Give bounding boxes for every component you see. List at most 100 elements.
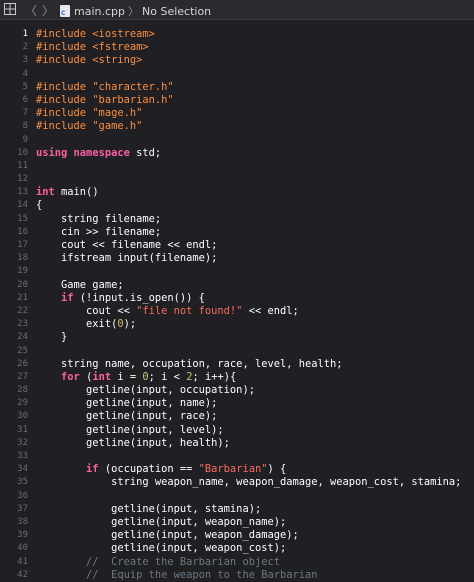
code-line[interactable]: string filename; — [36, 213, 472, 226]
code-line[interactable]: getline(input, health); — [36, 437, 472, 450]
breadcrumb-selection[interactable]: No Selection — [142, 5, 211, 18]
line-number: 16 — [17, 226, 28, 237]
line-number: 41 — [17, 556, 28, 567]
code-token: cout << — [36, 304, 137, 317]
code-line[interactable] — [36, 345, 472, 358]
code-line[interactable]: getline(input, name); — [36, 397, 472, 410]
line-number: 19 — [17, 266, 28, 277]
code-token: Game game; — [36, 278, 124, 291]
code-line[interactable] — [36, 173, 472, 186]
code-line[interactable] — [36, 160, 472, 173]
line-number: 25 — [17, 345, 28, 356]
code-line[interactable]: cout << filename << endl; — [36, 239, 472, 252]
grid-icon[interactable] — [4, 3, 16, 15]
code-token: getline(input, weapon_name); — [36, 515, 287, 528]
code-line[interactable] — [36, 265, 472, 278]
code-line[interactable]: string name, occupation, race, level, he… — [36, 358, 472, 371]
code-token: getline(input, weapon_damage); — [36, 529, 299, 542]
code-line[interactable]: getline(input, weapon_damage); — [36, 529, 472, 542]
code-line[interactable]: getline(input, occupation); — [36, 384, 472, 397]
code-token: getline(input, name); — [36, 397, 218, 410]
breadcrumb-file[interactable]: main.cpp — [74, 5, 125, 18]
code-line[interactable]: #include "game.h" — [36, 120, 472, 133]
code-line[interactable]: // Equip the weapon to the Barbarian — [36, 569, 472, 582]
code-token: getline(input, level); — [36, 423, 224, 436]
code-line[interactable] — [36, 490, 472, 503]
code-token: #include "mage.h" — [36, 107, 143, 120]
code-editor[interactable]: 1 2 3 4 5 6 7 8 9 10 11 12 13 14 15 16 17 18 19 20 21 22 23 24 2… — [0, 20, 474, 582]
code-line[interactable]: // Create the Barbarian object — [36, 556, 472, 569]
line-number: 31 — [17, 424, 28, 435]
code-line[interactable] — [36, 68, 472, 81]
line-number: 14 — [17, 200, 28, 211]
code-line[interactable]: Game game; — [36, 279, 472, 292]
code-line[interactable]: #include <string> — [36, 54, 472, 67]
code-token: cout << filename << endl; — [36, 239, 218, 251]
line-number: 11 — [17, 160, 28, 171]
code-line[interactable] — [36, 134, 472, 147]
editor-toolbar: 〈 〉 Cmain.cpp 〉 No Selection — [0, 0, 474, 20]
code-token: "Barbarian" — [198, 463, 268, 476]
back-arrow-icon[interactable]: 〈 — [25, 2, 37, 19]
file-icon-letter: C — [61, 10, 66, 17]
line-number: 10 — [17, 147, 28, 158]
code-line[interactable]: } — [36, 331, 472, 344]
code-token: getline(input, race); — [36, 410, 218, 423]
code-line[interactable]: getline(input, stamina); — [36, 503, 472, 516]
line-number: 3 — [22, 55, 28, 66]
breadcrumb: Cmain.cpp 〉 No Selection — [60, 3, 211, 18]
line-number: 34 — [17, 464, 28, 475]
code-token: std; — [129, 146, 162, 159]
code-line[interactable]: cout << "file not found!" << endl; — [36, 305, 472, 318]
line-number: 28 — [17, 385, 28, 396]
code-line[interactable]: cin >> filename; — [36, 226, 472, 239]
code-area[interactable]: #include <iostream> #include <fstream> #in… — [36, 28, 472, 582]
code-line[interactable]: #include "character.h" — [36, 81, 472, 94]
code-line[interactable]: ifstream input(filename); — [36, 252, 472, 265]
line-number: 36 — [17, 490, 28, 501]
code-line[interactable]: getline(input, weapon_cost); — [36, 542, 472, 555]
code-token: string weapon_name, weapon_damage, weapo… — [36, 476, 462, 489]
code-token: #include <iostream> — [36, 28, 155, 40]
code-token: ; i < — [148, 370, 187, 383]
code-line[interactable] — [36, 450, 472, 463]
code-token: #include "barbarian.h" — [36, 93, 174, 106]
code-line[interactable]: #include <iostream> — [36, 28, 472, 41]
line-number: 24 — [17, 332, 28, 343]
code-token: "file not found!" — [136, 304, 243, 317]
code-token: (!input.is_open()) { — [73, 291, 205, 304]
code-line[interactable]: #include "barbarian.h" — [36, 94, 472, 107]
code-token: getline(input, weapon_cost); — [36, 542, 287, 555]
line-number: 42 — [17, 569, 28, 580]
forward-arrow-icon[interactable]: 〉 — [42, 2, 54, 19]
code-token: int — [36, 186, 55, 199]
code-line[interactable]: #include "mage.h" — [36, 107, 472, 120]
code-line[interactable]: string weapon_name, weapon_damage, weapo… — [36, 476, 472, 489]
line-number: 26 — [17, 358, 28, 369]
code-token: string name, occupation, race, level, he… — [36, 357, 343, 370]
code-line[interactable]: if (!input.is_open()) { — [36, 292, 472, 305]
code-line[interactable]: getline(input, race); — [36, 410, 472, 423]
code-line[interactable]: { — [36, 199, 472, 212]
code-line[interactable]: using namespace std; — [36, 147, 472, 160]
code-token: // Equip the weapon to the Barbarian — [86, 568, 318, 581]
line-number: 35 — [17, 477, 28, 488]
line-number: 17 — [17, 240, 28, 250]
code-token: string filename; — [36, 212, 162, 225]
code-line[interactable]: int main() — [36, 186, 472, 199]
code-token: int — [92, 370, 112, 383]
line-number: 5 — [22, 81, 28, 92]
code-token: ifstream input(filename); — [36, 252, 218, 265]
code-line[interactable]: if (occupation == "Barbarian") { — [36, 463, 472, 476]
code-line[interactable]: getline(input, level); — [36, 424, 472, 437]
code-token: exit( — [36, 318, 118, 331]
code-line[interactable]: getline(input, weapon_name); — [36, 516, 472, 529]
code-line[interactable]: #include <fstream> — [36, 41, 472, 54]
code-line[interactable]: for (int i = 0; i < 2; i++){ — [36, 371, 472, 384]
code-token: ); — [123, 318, 137, 331]
code-line[interactable]: exit(0); — [36, 318, 472, 331]
line-number: 33 — [17, 451, 28, 461]
cpp-file-icon: C — [60, 5, 70, 17]
line-number: 15 — [17, 213, 28, 224]
